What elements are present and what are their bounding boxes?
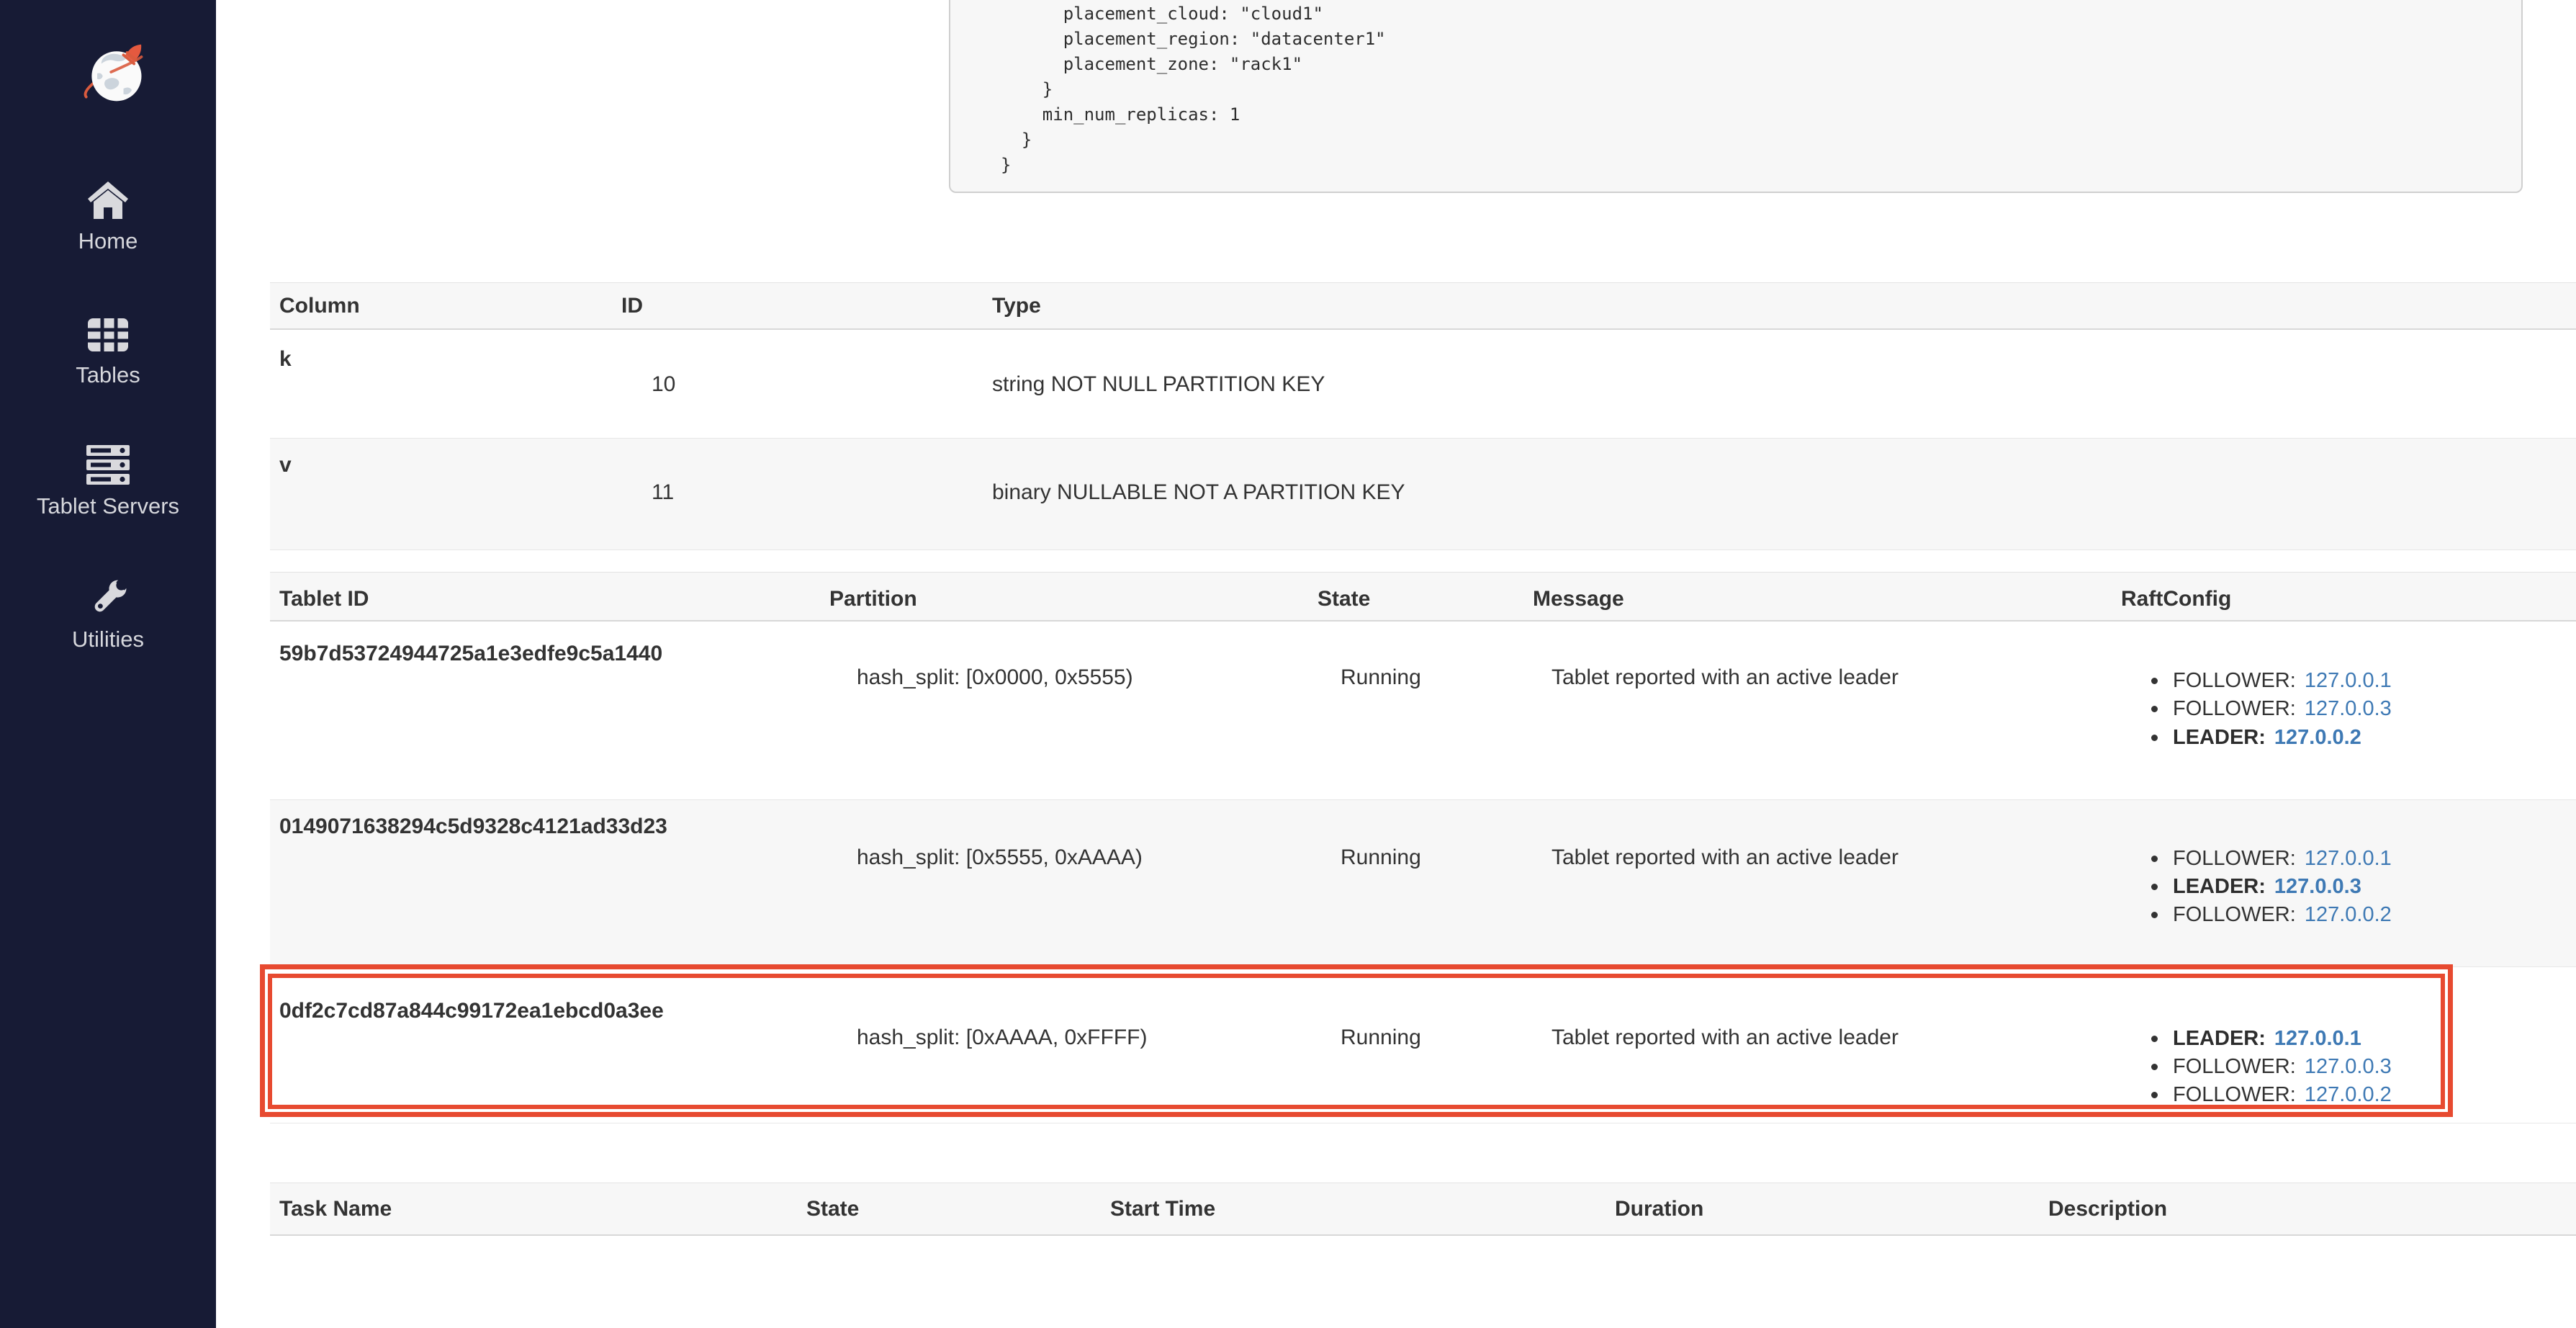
- col-header-column: Column: [279, 292, 360, 320]
- raft-role: FOLLOWER:: [2173, 1053, 2296, 1080]
- raft-config-entry-leader: LEADER: 127.0.0.1: [2151, 1025, 2361, 1052]
- bullet-icon: [2151, 884, 2158, 890]
- raft-role: FOLLOWER:: [2173, 667, 2296, 694]
- schema-column-type: binary NULLABLE NOT A PARTITION KEY: [992, 479, 1405, 506]
- col-header-task-state: State: [806, 1195, 859, 1223]
- schema-column-type: string NOT NULL PARTITION KEY: [992, 371, 1325, 398]
- col-header-partition: Partition: [829, 586, 917, 613]
- col-header-task-name: Task Name: [279, 1195, 392, 1223]
- raft-config-entry: FOLLOWER: 127.0.0.2: [2151, 901, 2392, 928]
- bullet-icon: [2151, 1064, 2158, 1070]
- task-table-header: [270, 1183, 2576, 1236]
- bullet-icon: [2151, 678, 2158, 684]
- tablet-state: Running: [1341, 844, 1421, 871]
- sidebar-item-tables[interactable]: Tables: [0, 311, 216, 387]
- schema-column-name: v: [279, 452, 292, 479]
- raft-role: LEADER:: [2173, 873, 2266, 900]
- bullet-icon: [2151, 1036, 2158, 1042]
- col-header-tablet-id: Tablet ID: [279, 586, 369, 613]
- schema-column-id: 10: [652, 371, 675, 398]
- tserver-link[interactable]: 127.0.0.1: [2305, 667, 2392, 694]
- col-header-start-time: Start Time: [1110, 1195, 1215, 1223]
- tserver-link[interactable]: 127.0.0.2: [2305, 1081, 2392, 1108]
- tablet-id: 0149071638294c5d9328c4121ad33d23: [279, 813, 667, 840]
- tablet-servers-icon: [85, 442, 131, 488]
- col-header-message: Message: [1533, 586, 1624, 613]
- yb-master-table-detail-page: { "sidebar": { "items": [ {"label": "Hom…: [0, 0, 2576, 1328]
- raft-config-entry: FOLLOWER: 127.0.0.1: [2151, 845, 2392, 872]
- tserver-link[interactable]: 127.0.0.2: [2274, 724, 2361, 751]
- bullet-icon: [2151, 856, 2158, 862]
- schema-column-name: k: [279, 346, 292, 373]
- tablet-message: Tablet reported with an active leader: [1552, 844, 1899, 871]
- raft-role: FOLLOWER:: [2173, 695, 2296, 722]
- home-icon: [85, 177, 131, 223]
- raft-config-entry-leader: LEADER: 127.0.0.2: [2151, 724, 2361, 751]
- sidebar-item-utilities[interactable]: Utilities: [0, 575, 216, 652]
- bullet-icon: [2151, 735, 2158, 741]
- tablet-id: 59b7d53724944725a1e3edfe9c5a1440: [279, 640, 662, 668]
- col-header-duration: Duration: [1615, 1195, 1703, 1223]
- raft-config-entry: FOLLOWER: 127.0.0.1: [2151, 667, 2392, 694]
- sidebar-item-tablet-servers[interactable]: Tablet Servers: [0, 442, 216, 519]
- tablet-message: Tablet reported with an active leader: [1552, 664, 1899, 691]
- tablet-partition: hash_split: [0x5555, 0xAAAA): [857, 844, 1143, 871]
- raft-role: LEADER:: [2173, 1025, 2266, 1052]
- tserver-link[interactable]: 127.0.0.1: [2274, 1025, 2361, 1052]
- code-text: placement_cloud: "cloud1" placement_regi…: [1001, 1, 1386, 178]
- tserver-link[interactable]: 127.0.0.2: [2305, 901, 2392, 928]
- sidebar-item-label: Tables: [0, 363, 216, 387]
- tablet-state: Running: [1341, 1024, 1421, 1051]
- raft-config-entry-leader: LEADER: 127.0.0.3: [2151, 873, 2361, 900]
- schema-table-header: [270, 282, 2576, 330]
- raft-role: FOLLOWER:: [2173, 901, 2296, 928]
- col-header-description: Description: [2048, 1195, 2167, 1223]
- tablet-partition: hash_split: [0xAAAA, 0xFFFF): [857, 1024, 1147, 1051]
- schema-column-id: 11: [652, 479, 674, 506]
- table-row: [270, 439, 2576, 550]
- sidebar-item-label: Home: [0, 229, 216, 254]
- sidebar-item-home[interactable]: Home: [0, 177, 216, 254]
- raft-config-entry: FOLLOWER: 127.0.0.3: [2151, 1053, 2392, 1080]
- raft-role: FOLLOWER:: [2173, 1081, 2296, 1108]
- tserver-link[interactable]: 127.0.0.3: [2274, 873, 2361, 900]
- col-header-id: ID: [621, 292, 643, 320]
- col-header-type: Type: [992, 292, 1041, 320]
- tables-icon: [85, 311, 131, 357]
- tserver-link[interactable]: 127.0.0.1: [2305, 845, 2392, 872]
- tablet-state: Running: [1341, 664, 1421, 691]
- raft-config-entry: FOLLOWER: 127.0.0.3: [2151, 695, 2392, 722]
- bullet-icon: [2151, 912, 2158, 918]
- raft-role: LEADER:: [2173, 724, 2266, 751]
- raft-config-entry: FOLLOWER: 127.0.0.2: [2151, 1081, 2392, 1108]
- sidebar-item-label: Tablet Servers: [0, 494, 216, 519]
- col-header-state: State: [1318, 586, 1370, 613]
- col-header-raftconfig: RaftConfig: [2121, 586, 2231, 613]
- table-row: [270, 330, 2576, 439]
- bullet-icon: [2151, 706, 2158, 712]
- sidebar: Home Tables: [0, 0, 216, 1328]
- tablet-id: 0df2c7cd87a844c99172ea1ebcd0a3ee: [279, 997, 664, 1025]
- utilities-icon: [85, 575, 131, 622]
- tserver-link[interactable]: 127.0.0.3: [2305, 1053, 2392, 1080]
- sidebar-item-label: Utilities: [0, 627, 216, 652]
- raft-role: FOLLOWER:: [2173, 845, 2296, 872]
- bullet-icon: [2151, 1092, 2158, 1098]
- tablet-partition: hash_split: [0x0000, 0x5555): [857, 664, 1133, 691]
- yugabyte-logo-icon: [81, 37, 150, 107]
- tablet-message: Tablet reported with an active leader: [1552, 1024, 1899, 1051]
- tserver-link[interactable]: 127.0.0.3: [2305, 695, 2392, 722]
- replication-info-code-block: placement_cloud: "cloud1" placement_regi…: [949, 0, 2523, 193]
